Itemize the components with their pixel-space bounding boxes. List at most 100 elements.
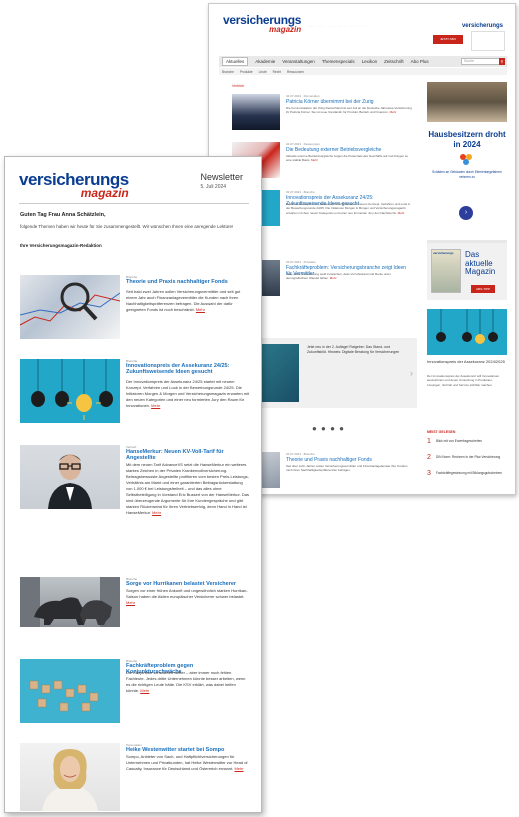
innovation-title[interactable]: Innovationspreis der Assekuranz 2024/202…: [427, 359, 507, 365]
nav-item-akademie[interactable]: Akademie: [255, 59, 275, 64]
shield-icon: [459, 152, 473, 166]
top-link[interactable]: · · · ·: [318, 24, 325, 28]
nav-item-aktuelles[interactable]: Aktuelles: [222, 57, 249, 66]
more-link[interactable]: Mehr: [234, 766, 243, 771]
site-logo-line2: magazin: [269, 25, 302, 34]
article-title[interactable]: Theorie und Praxis nachhaltiger Fonds: [126, 279, 250, 285]
top-link[interactable]: · · · ·: [349, 24, 356, 28]
logo-line1: versicherungs: [19, 170, 129, 189]
intro-text: folgende Themen haben wir heute für Sie …: [20, 224, 234, 229]
article-title[interactable]: Sorge vor Hurrikanen belastet Versichere…: [126, 581, 250, 587]
newsletter-date: 5. Juli 2024: [200, 184, 227, 190]
signoff: Ihre Versicherungsmagazin-Redaktion: [20, 243, 102, 248]
nav-item-themenspecials[interactable]: Themenspecials: [322, 59, 355, 64]
abo-cta-button[interactable]: JETZT ABO ABSCHLIESSEN: [433, 35, 463, 50]
recommendation-text[interactable]: Jetzt neu in der 2. Auflage! Ratgeber: D…: [307, 345, 407, 354]
more-link[interactable]: Mehr: [330, 276, 337, 280]
innovation-text: Der Innovationspreis der Assekuranz will…: [427, 374, 500, 387]
magazine-teaser[interactable]: versicherungs Das aktuelle Magazin ABO-T…: [427, 240, 507, 300]
top-link[interactable]: · · · ·: [360, 24, 367, 28]
article-text: Der Innovationspreis der Assekuranz 24/2…: [126, 379, 250, 408]
subnav-item[interactable]: Leute: [259, 70, 267, 74]
nav-item-veranstaltungen[interactable]: Veranstaltungen: [282, 59, 315, 64]
article-image: [232, 94, 280, 130]
article-title[interactable]: HanseMerkur: Neuen KV-Voll-Tarif für Ang…: [126, 449, 250, 462]
article-text: Seit über zehn Jahren sollen Versicherun…: [286, 464, 408, 473]
article-image[interactable]: [20, 445, 120, 509]
article-title[interactable]: Patricia Körner übernimmt bei der Zurig: [286, 99, 412, 105]
article-text: Die Kommunikation der Zurig Deutschland …: [286, 106, 412, 115]
most-read-title: Fachkräftegewinnung mit Bildungsgutschei…: [436, 471, 502, 475]
newsletter-article: Branche Theorie und Praxis nachhaltiger …: [19, 275, 252, 345]
top-link[interactable]: · · · ·: [328, 24, 335, 28]
search-input[interactable]: Suche: [461, 58, 501, 65]
article-meta: 04.07.2024 · Ressourcen: [286, 142, 320, 146]
arrow-right-icon[interactable]: ›: [459, 206, 473, 220]
most-read-title: Blick mit von Erwerbsgeschehen: [436, 439, 483, 443]
site-top-links: · · · · · · · · · · · · · · · · · · · · …: [307, 24, 366, 28]
site-article[interactable]: 04.07.2024 · Personalien Patricia Körner…: [232, 94, 412, 134]
article-image[interactable]: [20, 359, 120, 423]
article-title[interactable]: Innovationspreis der Assekuranz 24/25: Z…: [126, 363, 250, 376]
article-title[interactable]: Heike Westenwitter startet bei Sompo: [126, 747, 250, 753]
most-read-item[interactable]: 2 DIN Norm: Rechnen in der Pkw-Versicher…: [427, 454, 507, 466]
chevron-right-icon[interactable]: ›: [410, 368, 413, 378]
more-link[interactable]: Mehr: [152, 510, 161, 515]
nav-item-abo-plus[interactable]: Abo Plus: [411, 59, 429, 64]
newsletter-article: Branche Sorge vor Hurrikanen belastet Ve…: [20, 577, 252, 633]
article-text: Aktuelle externe Betriebsvergleiche zeig…: [286, 154, 409, 163]
most-read-rank: 2: [427, 454, 431, 461]
subnav-item[interactable]: Recht: [273, 70, 281, 74]
innovation-image[interactable]: [427, 309, 507, 355]
article-image[interactable]: [20, 743, 120, 811]
search-icon[interactable]: ⚲: [499, 58, 505, 65]
article-image[interactable]: [20, 577, 120, 627]
newsletter-logo[interactable]: versicherungs magazin: [19, 170, 129, 199]
newsletter-article: Personalien Heike Westenwitter startet b…: [20, 743, 252, 812]
newsletter-header: Newsletter 5. Juli 2024: [200, 172, 243, 190]
subnav-item[interactable]: Branche: [222, 70, 234, 74]
more-link[interactable]: Mehr: [126, 600, 135, 605]
most-read-item[interactable]: 1 Blick mit von Erwerbsgeschehen: [427, 438, 507, 450]
top-link[interactable]: · · · ·: [307, 24, 314, 28]
most-read-item[interactable]: 3 Fachkräftegewinnung mit Bildungsgutsch…: [427, 470, 507, 482]
more-link[interactable]: Mehr: [390, 110, 397, 114]
more-link[interactable]: Mehr: [151, 403, 160, 408]
more-link[interactable]: Mehr: [140, 688, 149, 693]
most-read-rank: 1: [427, 438, 431, 445]
site-issue-logo: versicherungs: [461, 23, 503, 29]
newsletter-page: versicherungs magazin Newsletter 5. Juli…: [4, 156, 262, 813]
newsletter-article: Vertrieb HanseMerkur: Neuen KV-Voll-Tari…: [20, 445, 252, 575]
article-title[interactable]: Die Bedeutung externer Betriebsvergleich…: [286, 147, 412, 153]
more-link[interactable]: Mehr: [398, 211, 405, 215]
divider: [19, 203, 249, 204]
most-read-rank: 3: [427, 470, 431, 477]
top-link[interactable]: · · · ·: [339, 24, 346, 28]
article-text: Seit bald zwei Jahren sollen Versicherun…: [126, 289, 241, 312]
more-link[interactable]: Mehr: [196, 307, 205, 312]
newsletter-title: Newsletter: [200, 172, 243, 182]
nav-item-zeitschrift[interactable]: Zeitschrift: [384, 59, 404, 64]
article-image[interactable]: [19, 275, 121, 339]
article-text: Jede vierte Versicherung weiß inzwischen…: [286, 272, 391, 281]
article-text: Sompo, Anbieter von Sach- und Haftpflich…: [126, 754, 248, 771]
abo-button[interactable]: ABO-TIPP: [471, 285, 495, 293]
carousel-dots[interactable]: ● ● ● ●: [312, 424, 345, 433]
ad-subtext: Schäden an Gebäuden durch Elementargefah…: [432, 170, 502, 179]
more-link[interactable]: Mehr: [311, 158, 318, 162]
most-read-heading: MEIST GELESEN: [427, 430, 456, 434]
newsletter-article: Branche Innovationspreis der Assekuranz …: [20, 359, 252, 435]
article-image[interactable]: [20, 659, 120, 723]
subnav-item[interactable]: Ressourcen: [287, 70, 304, 74]
magazine-cover[interactable]: versicherungs: [431, 249, 461, 293]
article-meta: 04.07.2024 · Personalien: [286, 94, 320, 98]
ad-photo: [427, 82, 507, 122]
issue-thumbnail[interactable]: [471, 31, 505, 51]
subnav-item[interactable]: Produkte: [240, 70, 253, 74]
site-logo[interactable]: versicherungs magazin: [223, 14, 302, 34]
insurance-ad[interactable]: Hausbesitzern droht in 2024 Schäden an G…: [427, 82, 507, 232]
sub-nav: Branche Produkte Leute Recht Ressourcen: [219, 68, 507, 75]
nav-item-lexikon[interactable]: Lexikon: [362, 59, 378, 64]
newsletter-article: Branche Fachkräfteproblem gegen Konjunkt…: [20, 659, 252, 729]
article-title[interactable]: Theorie und Praxis nachhaltiger Fonds: [286, 457, 412, 463]
